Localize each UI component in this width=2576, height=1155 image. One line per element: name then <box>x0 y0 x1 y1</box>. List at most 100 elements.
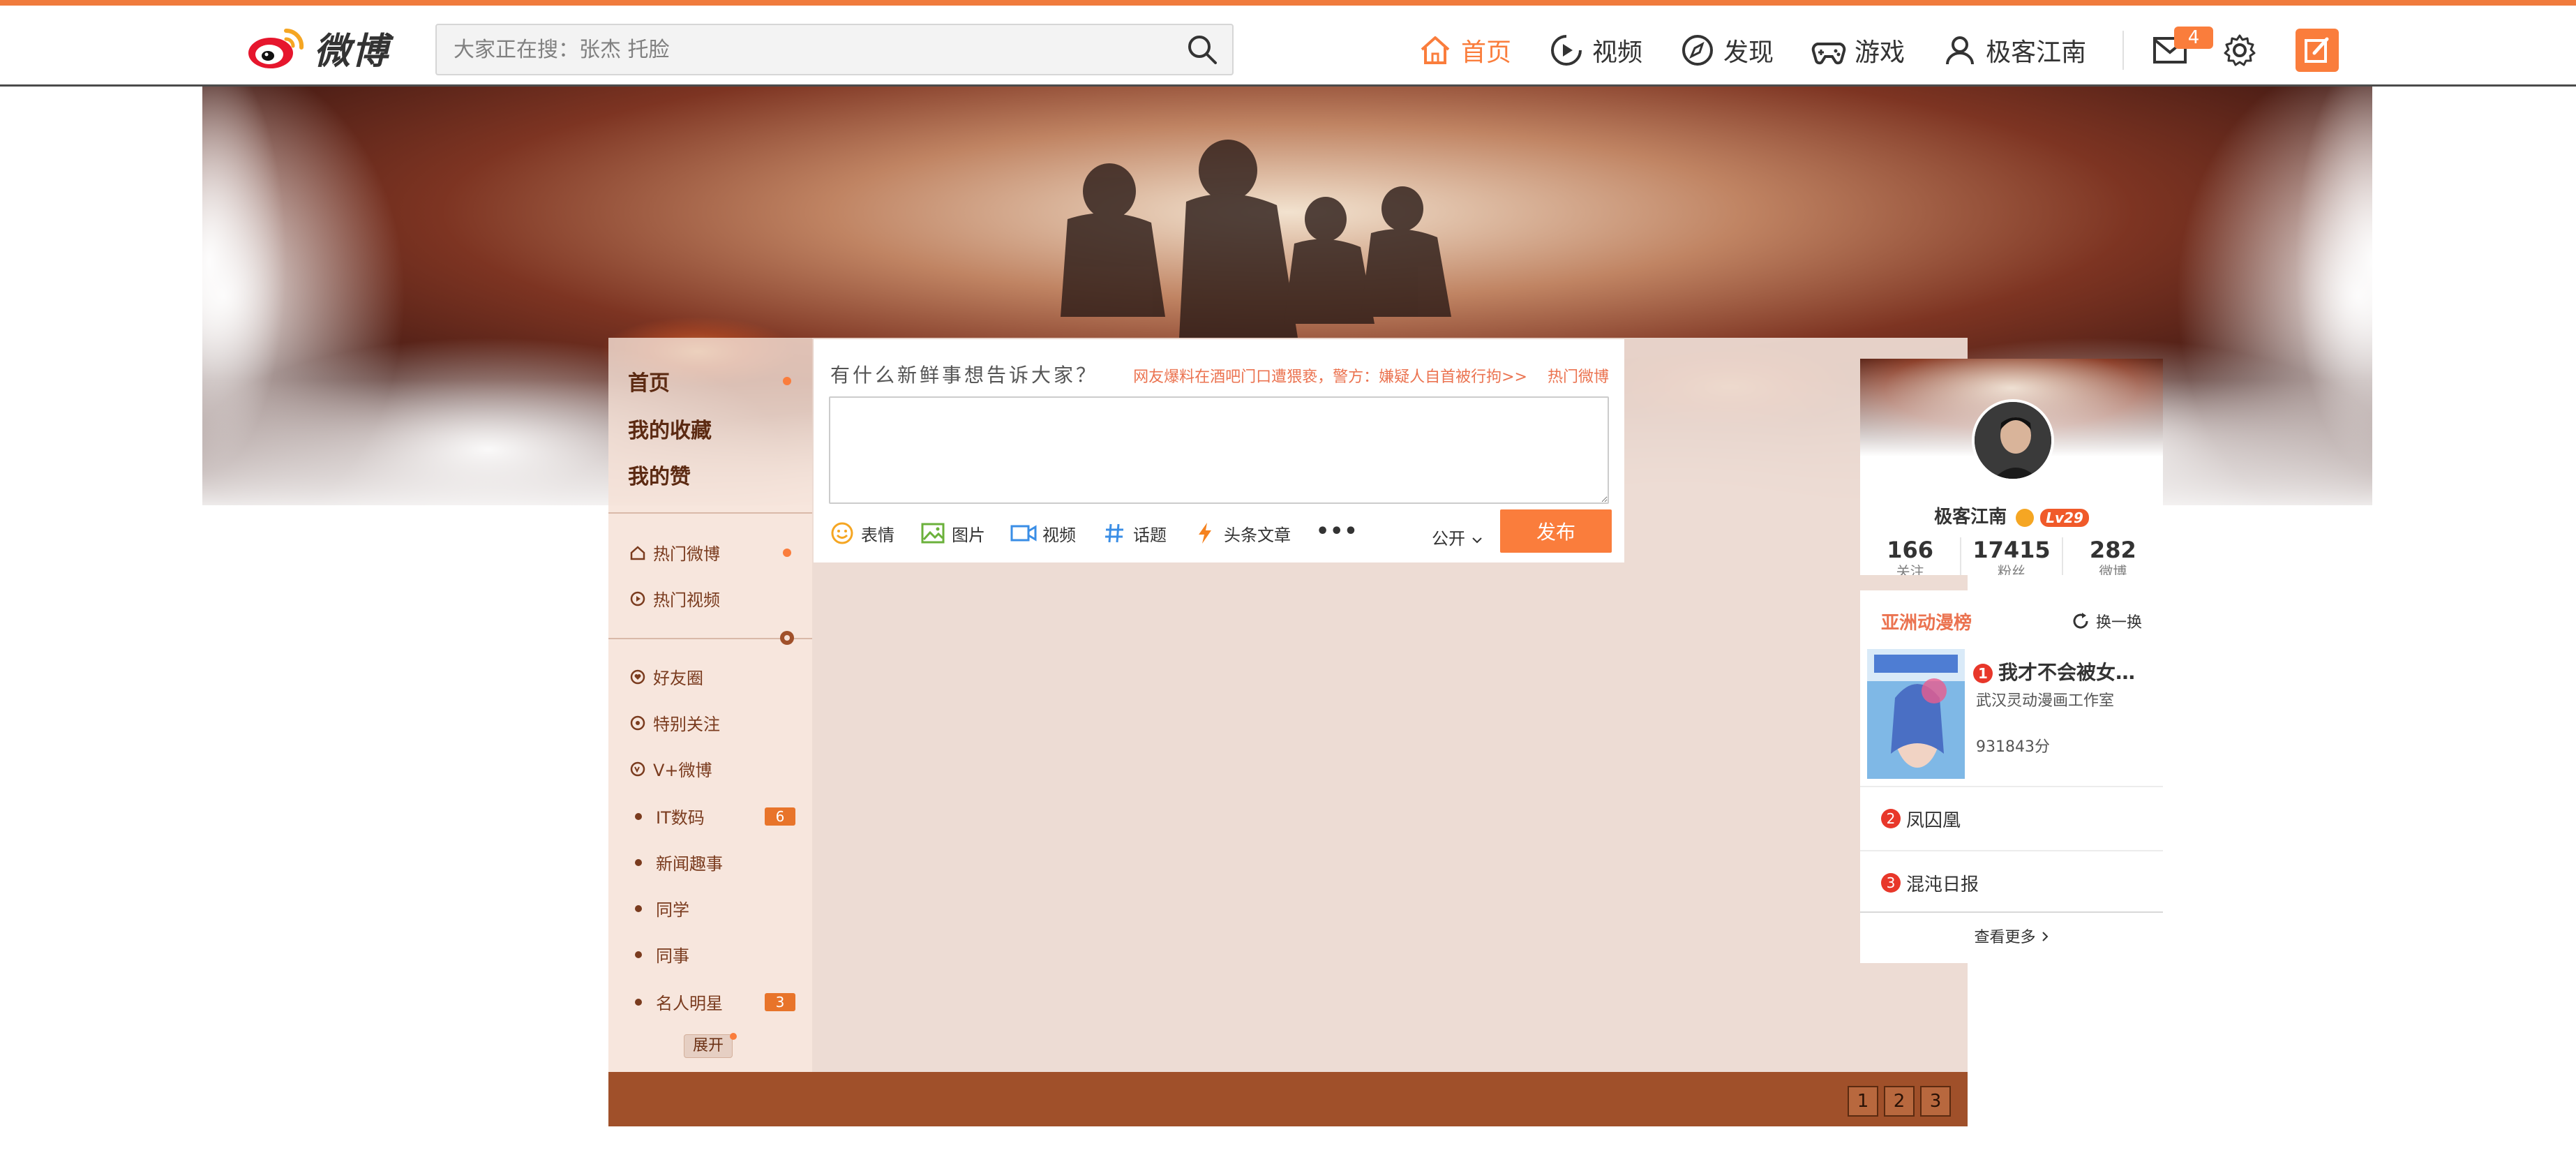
tool-label: 头条文章 <box>1224 525 1291 545</box>
bullet <box>635 951 642 958</box>
unread-dot <box>730 1033 737 1040</box>
hashtag-icon <box>1101 520 1128 546</box>
settings-button[interactable] <box>2219 29 2261 71</box>
sidebar-item-likes[interactable]: 我的赞 <box>628 459 802 490</box>
edit-icon <box>2305 37 2329 63</box>
messages-button[interactable]: 4 <box>2149 27 2214 71</box>
nav-video[interactable]: 视频 <box>1548 31 1642 69</box>
sidebar-item-label: 新闻趣事 <box>656 854 723 874</box>
sidebar-item-label: IT数码 <box>656 808 705 828</box>
group-settings-gear-icon[interactable] <box>777 628 797 650</box>
composer-toolbar: 表情 图片 视频 话题 头条文章 ••• <box>829 519 1384 547</box>
ranking-row[interactable]: 2 凤囚凰 <box>1860 786 2163 850</box>
ranking-row[interactable]: 3 混沌日报 <box>1860 850 2163 914</box>
gamepad-icon <box>1810 31 1848 69</box>
page-button-1[interactable]: 1 <box>1848 1086 1878 1117</box>
weibo-logo[interactable]: 微博 <box>246 22 389 73</box>
publish-button[interactable]: 发布 <box>1500 509 1612 553</box>
nav-discover[interactable]: 发现 <box>1679 31 1774 69</box>
posts-stat[interactable]: 282 微博 <box>2063 537 2163 575</box>
emoji-button[interactable]: 表情 <box>829 520 894 546</box>
sidebar-item-tag[interactable]: 新闻趣事 <box>628 850 802 874</box>
sidebar-item-label: 名人明星 <box>656 994 723 1013</box>
image-button[interactable]: 图片 <box>920 520 985 546</box>
sidebar-item-label: 同事 <box>656 946 689 966</box>
sidebar-item-tag[interactable]: 同事 <box>628 942 802 967</box>
stat-label: 粉丝 <box>1997 563 2025 575</box>
sidebar-item-tag[interactable]: 名人明星 3 <box>628 990 802 1014</box>
refresh-icon <box>2069 610 2092 632</box>
level-badge[interactable]: Lv29 <box>2040 508 2089 527</box>
profile-stats: 166 关注 17415 粉丝 282 微博 <box>1860 537 2163 575</box>
sidebar-item-home[interactable]: 首页 <box>628 366 802 396</box>
ranking-top-title-row: 1 我才不会被女… <box>1973 657 2135 685</box>
comic-cover-image[interactable] <box>1867 649 1965 779</box>
avatar[interactable] <box>1972 399 2054 482</box>
main-nav: 首页 视频 发现 游戏 极客江南 4 <box>1416 22 2339 78</box>
hot-news-link[interactable]: 网友爆料在酒吧门口遭猥亵，警方：嫌疑人自首被行拘>> <box>1133 368 1527 386</box>
feed-area: 有什么新鲜事想告诉大家？ 网友爆料在酒吧门口遭猥亵，警方：嫌疑人自首被行拘>> … <box>812 338 2163 1072</box>
home-icon <box>1416 31 1454 69</box>
sidebar-item-hot-video[interactable]: 热门视频 <box>628 586 802 611</box>
post-textarea[interactable] <box>829 396 1609 504</box>
rank-number: 1 <box>1973 664 1993 683</box>
refresh-label: 换一换 <box>2095 614 2142 632</box>
sidebar-item-tag[interactable]: 同学 <box>628 896 802 921</box>
sidebar-item-label: 首页 <box>628 371 670 396</box>
sidebar-item-friends-circle[interactable]: 好友圈 <box>628 664 802 689</box>
unread-dot <box>783 548 791 557</box>
theme-pager: 1 2 3 <box>1842 1086 1951 1117</box>
compose-button[interactable] <box>2296 29 2339 72</box>
user-icon <box>1941 31 1979 69</box>
sidebar-item-label: 好友圈 <box>653 669 703 688</box>
sidebar-item-favorites[interactable]: 我的收藏 <box>628 413 802 444</box>
following-stat[interactable]: 166 关注 <box>1860 537 1962 575</box>
nav-profile[interactable]: 极客江南 <box>1941 31 2086 69</box>
logo-text: 微博 <box>314 30 390 73</box>
search-input[interactable] <box>454 37 1178 62</box>
ranking-title[interactable]: 亚洲动漫榜 <box>1881 609 1972 634</box>
nav-games[interactable]: 游戏 <box>1810 31 1905 69</box>
see-more-link[interactable]: 查看更多 <box>1860 911 2163 962</box>
hot-weibo-link[interactable]: 热门微博 <box>1548 368 1609 386</box>
profile-name[interactable]: 极客江南 <box>1934 507 2007 528</box>
followers-stat[interactable]: 17415 粉丝 <box>1961 537 2063 575</box>
sidebar-item-label: 同学 <box>656 900 689 920</box>
sidebar-item-tag[interactable]: IT数码 6 <box>628 804 802 828</box>
privacy-selector[interactable]: 公开 <box>1432 525 1483 549</box>
rank-number: 2 <box>1881 809 1901 828</box>
page-button-3[interactable]: 3 <box>1920 1086 1951 1117</box>
nav-discover-label: 发现 <box>1723 38 1774 67</box>
sidebar-item-vplus[interactable]: V+微博 <box>628 757 802 781</box>
sidebar-item-label: V+微博 <box>653 761 712 780</box>
image-icon <box>920 520 946 546</box>
see-more-label: 查看更多 <box>1974 929 2036 946</box>
stat-number: 282 <box>2089 537 2136 563</box>
video-button[interactable]: 视频 <box>1010 520 1076 546</box>
ranking-top-item[interactable]: 1 我才不会被女… 武汉灵动漫画工作室 931843分 <box>1867 649 2160 786</box>
sidebar-item-hot-weibo[interactable]: 热门微博 <box>628 540 802 565</box>
search-icon[interactable] <box>1178 25 1227 74</box>
nav-home[interactable]: 首页 <box>1416 31 1511 69</box>
headline-article-button[interactable]: 头条文章 <box>1192 520 1291 546</box>
nav-video-label: 视频 <box>1592 38 1643 67</box>
expand-button[interactable]: 展开 <box>684 1034 733 1058</box>
refresh-button[interactable]: 换一换 <box>2069 610 2142 632</box>
topic-button[interactable]: 话题 <box>1101 520 1167 546</box>
house-outline-icon <box>628 543 647 562</box>
ranking-top-title[interactable]: 我才不会被女… <box>1998 661 2135 684</box>
ranking-top-score: 931843分 <box>1976 738 2050 756</box>
hot-news-bar: 网友爆料在酒吧门口遭猥亵，警方：嫌疑人自首被行拘>> 热门微博 <box>1133 364 1609 387</box>
stat-label: 微博 <box>2099 563 2127 575</box>
more-options-button[interactable]: ••• <box>1316 519 1358 544</box>
stat-label: 关注 <box>1896 563 1924 575</box>
anime-ranking-card: 亚洲动漫榜 换一换 1 我才不会被女… 武汉灵动漫画工作室 931843分 2 … <box>1860 590 2163 963</box>
chevron-down-icon <box>1471 529 1483 549</box>
sidebar-item-special-follow[interactable]: 特别关注 <box>628 710 802 735</box>
bullet <box>635 998 642 1006</box>
chevron-right-icon <box>2041 929 2049 946</box>
page-button-2[interactable]: 2 <box>1884 1086 1915 1117</box>
footer-bar: 1 2 3 <box>608 1072 1968 1126</box>
camcorder-icon <box>1010 520 1037 546</box>
privacy-label: 公开 <box>1432 529 1465 549</box>
